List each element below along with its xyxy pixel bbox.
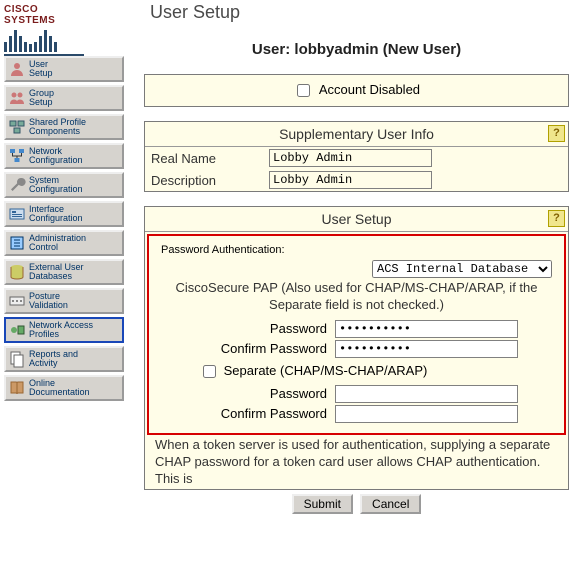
database-icon xyxy=(7,262,27,282)
sidebar-item-interface-config[interactable]: InterfaceConfiguration xyxy=(4,201,124,227)
sidebar-item-posture-validation[interactable]: PostureValidation xyxy=(4,288,124,314)
password2-label: Password xyxy=(155,386,335,401)
user-heading-name: lobbyadmin xyxy=(294,41,378,58)
real-name-input[interactable] xyxy=(269,149,432,167)
sidebar-item-label: GroupSetup xyxy=(29,89,120,108)
sidebar-item-system-config[interactable]: SystemConfiguration xyxy=(4,172,124,198)
sidebar-item-label: AdministrationControl xyxy=(29,234,120,253)
sidebar-item-online-docs[interactable]: OnlineDocumentation xyxy=(4,375,124,401)
token-note: When a token server is used for authenti… xyxy=(145,437,568,490)
user-heading: User: lobbyadmin (New User) xyxy=(144,41,569,58)
account-disabled-panel: Account Disabled xyxy=(144,74,569,107)
separate-label: Separate (CHAP/MS-CHAP/ARAP) xyxy=(224,363,428,378)
confirm-password2-label: Confirm Password xyxy=(155,406,335,421)
password-label: Password xyxy=(155,321,335,336)
help-icon[interactable]: ? xyxy=(548,210,565,227)
sidebar-item-reports[interactable]: Reports andActivity xyxy=(4,346,124,372)
main-content: User Setup User: lobbyadmin (New User) A… xyxy=(138,0,575,514)
sidebar-item-label: Reports andActivity xyxy=(29,350,120,369)
pw-auth-label: Password Authentication: xyxy=(161,244,558,256)
supp-info-header: Supplementary User Info ? xyxy=(145,122,568,147)
sidebar-item-admin-control[interactable]: AdministrationControl xyxy=(4,230,124,256)
reports-icon xyxy=(7,349,27,369)
submit-button[interactable]: Submit xyxy=(292,494,353,514)
cancel-button[interactable]: Cancel xyxy=(360,494,421,514)
sidebar-item-label: OnlineDocumentation xyxy=(29,379,120,398)
real-name-label: Real Name xyxy=(145,147,265,169)
sidebar-item-external-db[interactable]: External UserDatabases xyxy=(4,259,124,285)
user-heading-suffix: (New User) xyxy=(379,41,462,58)
sidebar-item-label: UserSetup xyxy=(29,60,120,79)
supp-info-header-text: Supplementary User Info xyxy=(279,126,434,142)
sidebar-item-network-config[interactable]: NetworkConfiguration xyxy=(4,143,124,169)
sidebar-item-network-access-profiles[interactable]: Network AccessProfiles xyxy=(4,317,124,343)
supplementary-user-info-panel: Supplementary User Info ? Real Name Desc… xyxy=(144,121,569,192)
user-setup-header-text: User Setup xyxy=(321,211,391,227)
sidebar-item-group-setup[interactable]: GroupSetup xyxy=(4,85,124,111)
interface-icon xyxy=(7,204,27,224)
sidebar-item-label: InterfaceConfiguration xyxy=(29,205,120,224)
sidebar-item-label: Shared ProfileComponents xyxy=(29,118,120,137)
sidebar-item-label: SystemConfiguration xyxy=(29,176,120,195)
wrench-icon xyxy=(7,175,27,195)
group-icon xyxy=(7,88,27,108)
posture-icon xyxy=(7,291,27,311)
sidebar-item-label: NetworkConfiguration xyxy=(29,147,120,166)
sidebar-item-shared-profile[interactable]: Shared ProfileComponents xyxy=(4,114,124,140)
password-input[interactable] xyxy=(335,320,518,338)
profiles-icon xyxy=(7,320,27,340)
user-setup-panel: User Setup ? Password Authentication: AC… xyxy=(144,206,569,490)
user-heading-prefix: User: xyxy=(252,41,295,58)
book-icon xyxy=(7,378,27,398)
auth-database-select[interactable]: ACS Internal Database xyxy=(372,260,552,278)
button-row: Submit Cancel xyxy=(144,494,569,514)
logo-bars-icon xyxy=(4,28,86,52)
separate-checkbox[interactable] xyxy=(203,365,216,378)
logo-text: CISCO SYSTEMS xyxy=(4,4,86,26)
description-input[interactable] xyxy=(269,171,432,189)
sidebar-item-label: External UserDatabases xyxy=(29,263,120,282)
account-disabled-label: Account Disabled xyxy=(319,82,420,97)
sidebar-item-label: PostureValidation xyxy=(29,292,120,311)
sidebar-item-user-setup[interactable]: UserSetup xyxy=(4,56,124,82)
confirm-password-label: Confirm Password xyxy=(155,341,335,356)
description-label: Description xyxy=(145,169,265,191)
help-icon[interactable]: ? xyxy=(548,125,565,142)
page-title: User Setup xyxy=(150,2,569,23)
network-icon xyxy=(7,146,27,166)
account-disabled-checkbox[interactable] xyxy=(297,84,310,97)
components-icon xyxy=(7,117,27,137)
confirm-password-input[interactable] xyxy=(335,340,518,358)
user-setup-header: User Setup ? xyxy=(145,207,568,232)
password2-input[interactable] xyxy=(335,385,518,403)
password-auth-section: Password Authentication: ACS Internal Da… xyxy=(147,234,566,435)
user-icon xyxy=(7,59,27,79)
pap-note: CiscoSecure PAP (Also used for CHAP/MS-C… xyxy=(165,280,548,314)
admin-icon xyxy=(7,233,27,253)
cisco-logo: CISCO SYSTEMS xyxy=(4,4,86,50)
sidebar-item-label: Network AccessProfiles xyxy=(29,321,120,340)
sidebar: CISCO SYSTEMS UserSetup GroupSetup Share… xyxy=(0,0,138,404)
confirm-password2-input[interactable] xyxy=(335,405,518,423)
